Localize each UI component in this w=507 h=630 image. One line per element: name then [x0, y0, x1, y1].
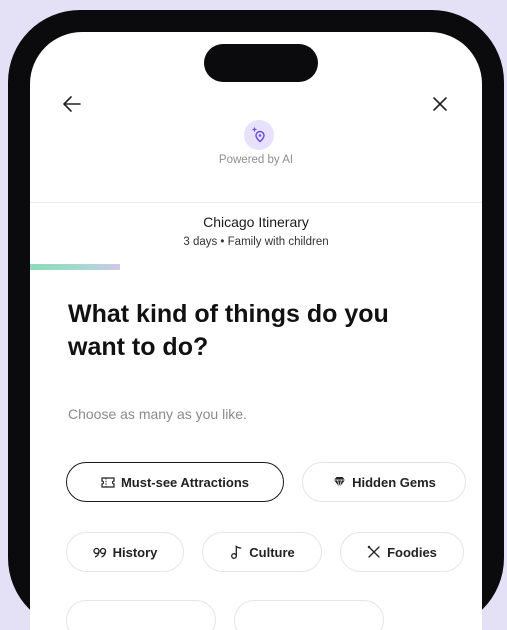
- trip-title: Chicago Itinerary: [203, 214, 309, 230]
- question-title: What kind of things do you want to do?: [68, 300, 389, 361]
- chip-partial-2[interactable]: [234, 600, 384, 630]
- chip-label: Hidden Gems: [352, 474, 436, 490]
- chip-label: History: [112, 544, 158, 560]
- ai-badge: [244, 120, 274, 150]
- utensils-icon: [367, 545, 381, 559]
- ticket-icon: [101, 475, 115, 489]
- question-subtitle: Choose as many as you like.: [68, 406, 247, 422]
- chip-partial-1[interactable]: [66, 600, 216, 630]
- music-note-icon: [229, 545, 243, 559]
- back-button[interactable]: [58, 90, 86, 118]
- close-button[interactable]: [426, 90, 454, 118]
- progress-bar-fill: [30, 264, 121, 270]
- header-divider: [30, 202, 482, 203]
- arrow-left-icon: [63, 96, 81, 112]
- chip-label: Foodies: [387, 544, 437, 560]
- chip-culture[interactable]: Culture: [202, 532, 322, 572]
- chip-history[interactable]: History: [66, 532, 184, 572]
- ai-sparkle-pin-icon: [252, 127, 265, 143]
- trip-meta: 3 days • Family with children: [183, 236, 329, 248]
- chip-foodies[interactable]: Foodies: [340, 532, 464, 572]
- app-screen: Powered by AI Chicago Itinerary 3 days •…: [30, 32, 482, 630]
- quote-icon: [92, 545, 107, 559]
- gem-icon: [332, 475, 346, 489]
- chip-hidden-gems[interactable]: Hidden Gems: [302, 462, 466, 502]
- powered-by-label: Powered by AI: [218, 154, 294, 166]
- chip-label: Culture: [249, 544, 295, 560]
- phone-frame: Powered by AI Chicago Itinerary 3 days •…: [8, 10, 504, 630]
- dynamic-island: [204, 44, 318, 82]
- close-icon: [433, 97, 447, 111]
- progress-bar: [30, 264, 482, 272]
- chip-must-see-attractions[interactable]: Must-see Attractions: [66, 462, 284, 502]
- chip-label: Must-see Attractions: [120, 474, 250, 490]
